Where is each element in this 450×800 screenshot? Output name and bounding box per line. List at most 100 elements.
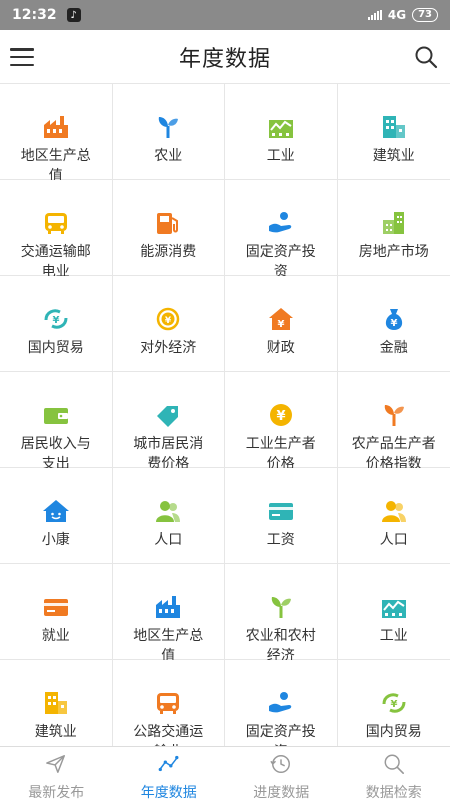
status-time: 12:32 <box>12 7 57 23</box>
category-item[interactable]: ¥ 金融 <box>338 276 450 372</box>
page-title: 年度数据 <box>178 46 271 72</box>
grid-row: ¥ 国内贸易 ¥ 对外经济 ¥ 财政 ¥ 金融 <box>0 276 450 372</box>
category-item[interactable]: ¥ 财政 <box>225 276 338 372</box>
category-label: 交通运输邮电业 <box>20 244 91 276</box>
category-label: 城市居民消费价格 <box>133 436 204 468</box>
tab-label: 年度数据 <box>140 785 197 800</box>
category-item[interactable]: 建筑业 <box>338 84 450 180</box>
sprout-icon <box>267 594 295 620</box>
category-label: 工业生产者价格 <box>245 436 316 468</box>
people-icon <box>380 498 408 524</box>
svg-text:¥: ¥ <box>390 318 397 329</box>
yen-loop-icon: ¥ <box>42 306 70 332</box>
category-label: 农业和农村经济 <box>245 628 316 660</box>
factory-icon <box>154 594 182 620</box>
fuel-icon <box>154 210 182 236</box>
category-item[interactable]: 能源消费 <box>113 180 225 276</box>
tab-search[interactable]: 数据检索 <box>338 747 450 800</box>
category-label: 地区生产总值 <box>20 148 91 180</box>
category-item[interactable]: 人口 <box>113 468 225 564</box>
category-item[interactable]: 工资 <box>225 468 338 564</box>
category-item[interactable]: 工业 <box>225 84 338 180</box>
category-item[interactable]: 工业 <box>338 564 450 660</box>
status-right: 4G 73 <box>367 8 438 22</box>
buildings-icon <box>380 210 408 236</box>
industry-icon <box>380 594 408 620</box>
grid-row: 地区生产总值 农业 工业 建筑业 <box>0 84 450 180</box>
category-label: 金融 <box>379 340 408 356</box>
svg-text:¥: ¥ <box>52 315 59 326</box>
bus-icon <box>154 690 182 716</box>
category-item[interactable]: ¥ 国内贸易 <box>0 276 113 372</box>
category-item[interactable]: 城市居民消费价格 <box>113 372 225 468</box>
category-item[interactable]: 交通运输邮电业 <box>0 180 113 276</box>
grid-row: 建筑业 公路交通运输业 固定资产投资 ¥ 国内贸易 <box>0 660 450 746</box>
yen-exchange-icon: ¥ <box>154 306 182 332</box>
category-label: 工业 <box>266 148 295 164</box>
tab-label: 最新发布 <box>28 785 85 800</box>
category-item[interactable]: ¥ 工业生产者价格 <box>225 372 338 468</box>
tab-trend[interactable]: 年度数据 <box>113 747 226 800</box>
search-icon[interactable] <box>414 45 438 69</box>
category-item[interactable]: 地区生产总值 <box>113 564 225 660</box>
search-icon <box>383 753 405 782</box>
building-icon <box>42 690 70 716</box>
menu-icon[interactable] <box>10 46 34 68</box>
signal-icon <box>367 10 382 20</box>
category-item[interactable]: 建筑业 <box>0 660 113 746</box>
category-label: 公路交通运输业 <box>133 724 204 746</box>
card-icon <box>267 498 295 524</box>
card-icon <box>42 594 70 620</box>
category-item[interactable]: 小康 <box>0 468 113 564</box>
grid-row: 就业 地区生产总值 农业和农村经济 工业 <box>0 564 450 660</box>
wallet-icon <box>42 402 70 428</box>
category-label: 地区生产总值 <box>133 628 204 660</box>
hand-coin-icon <box>267 210 295 236</box>
category-item[interactable]: 固定资产投资 <box>225 180 338 276</box>
price-tag-icon <box>154 402 182 428</box>
category-label: 工资 <box>266 532 295 548</box>
bottom-tab-bar: 最新发布 年度数据 进度数据 数据检索 <box>0 746 450 800</box>
sprout-icon <box>154 114 182 140</box>
category-label: 就业 <box>41 628 70 644</box>
category-item[interactable]: 居民收入与支出 <box>0 372 113 468</box>
yen-loop-icon: ¥ <box>380 690 408 716</box>
yen-house-icon: ¥ <box>267 306 295 332</box>
category-item[interactable]: 就业 <box>0 564 113 660</box>
category-label: 房地产市场 <box>358 244 429 260</box>
smile-house-icon <box>42 498 70 524</box>
category-item[interactable]: 农产品生产者价格指数 <box>338 372 450 468</box>
industry-icon <box>267 114 295 140</box>
category-item[interactable]: ¥ 国内贸易 <box>338 660 450 746</box>
category-item[interactable]: 固定资产投资 <box>225 660 338 746</box>
category-item[interactable]: ¥ 对外经济 <box>113 276 225 372</box>
send-icon <box>45 753 67 782</box>
category-item[interactable]: 房地产市场 <box>338 180 450 276</box>
tiktok-notification-icon: ♪ <box>66 8 81 22</box>
category-item[interactable]: 公路交通运输业 <box>113 660 225 746</box>
category-label: 对外经济 <box>140 340 197 356</box>
category-label: 农业 <box>154 148 183 164</box>
grid-row: 居民收入与支出 城市居民消费价格 ¥ 工业生产者价格 农产品生产者价格指数 <box>0 372 450 468</box>
money-bag-icon: ¥ <box>380 306 408 332</box>
trend-icon <box>158 753 180 782</box>
category-label: 财政 <box>266 340 295 356</box>
category-item[interactable]: 农业 <box>113 84 225 180</box>
tab-send[interactable]: 最新发布 <box>0 747 113 800</box>
svg-text:¥: ¥ <box>165 316 172 326</box>
tab-label: 数据检索 <box>365 785 422 800</box>
category-label: 人口 <box>379 532 408 548</box>
network-type: 4G <box>387 8 407 22</box>
category-item[interactable]: 人口 <box>338 468 450 564</box>
factory-icon <box>42 114 70 140</box>
bus-icon <box>42 210 70 236</box>
category-label: 国内贸易 <box>27 340 84 356</box>
app-bar: 年度数据 <box>0 30 450 84</box>
svg-text:¥: ¥ <box>277 319 284 330</box>
category-item[interactable]: 地区生产总值 <box>0 84 113 180</box>
grid-row: 交通运输邮电业 能源消费 固定资产投资 房地产市场 <box>0 180 450 276</box>
category-item[interactable]: 农业和农村经济 <box>225 564 338 660</box>
tab-history[interactable]: 进度数据 <box>225 747 338 800</box>
category-label: 居民收入与支出 <box>20 436 91 468</box>
category-label: 人口 <box>154 532 183 548</box>
